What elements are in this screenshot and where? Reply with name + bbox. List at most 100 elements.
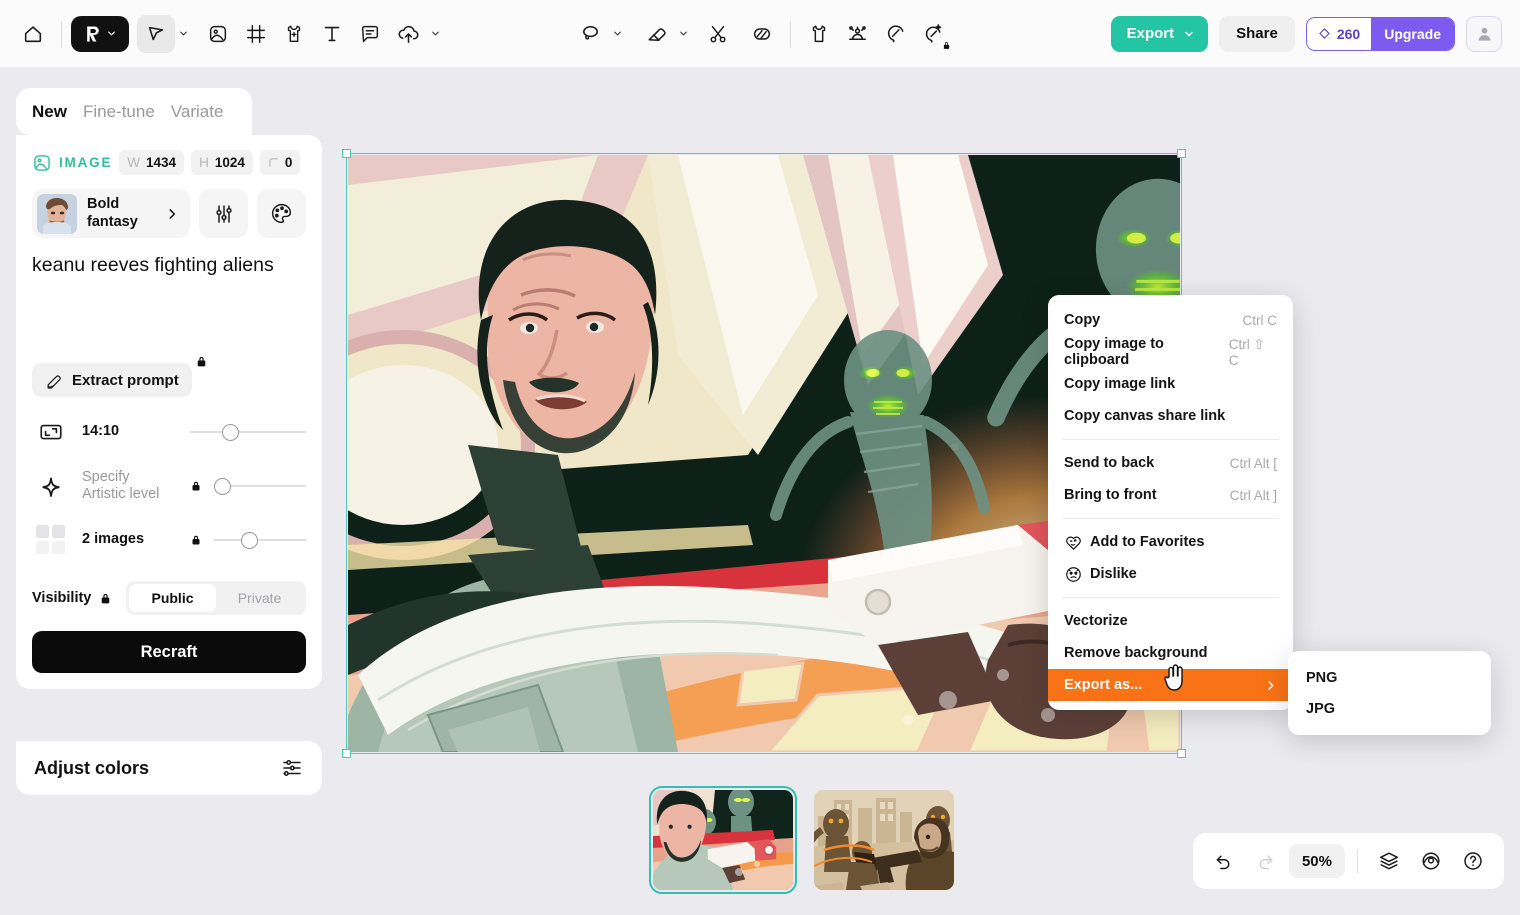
- lasso-tool-chevron-down-icon[interactable]: [609, 28, 625, 39]
- export-button[interactable]: Export: [1110, 15, 1209, 52]
- visibility-row: Visibility Public Private: [32, 581, 306, 615]
- visibility-label: Visibility: [32, 590, 92, 606]
- share-button[interactable]: Share: [1219, 15, 1295, 52]
- home-icon[interactable]: [14, 15, 52, 53]
- style-name-line1: Bold: [87, 196, 120, 213]
- mockup-tool[interactable]: [275, 15, 313, 53]
- artistic-level-slider[interactable]: [214, 476, 306, 496]
- extract-prompt-button[interactable]: Extract prompt: [32, 356, 205, 397]
- width-field[interactable]: W 1434: [119, 150, 185, 175]
- slider-thumb[interactable]: [214, 477, 231, 495]
- tab-fine-tune[interactable]: Fine-tune: [83, 102, 155, 122]
- preview-button[interactable]: [1412, 842, 1450, 880]
- context-menu-item-bring-to-front[interactable]: Bring to front Ctrl Alt ]: [1048, 479, 1293, 511]
- context-menu-item-dislike[interactable]: Dislike: [1048, 558, 1293, 590]
- thumbnail-1[interactable]: [649, 786, 797, 894]
- image-count-slider[interactable]: [214, 530, 306, 550]
- visibility-option-private[interactable]: Private: [216, 584, 303, 612]
- menu-label: Copy canvas share link: [1064, 408, 1226, 424]
- menu-label: Copy image to clipboard: [1064, 336, 1164, 368]
- submenu-item-png[interactable]: PNG: [1288, 662, 1491, 693]
- visibility-option-public[interactable]: Public: [129, 584, 216, 612]
- top-toolbar: Export Share 260 Upgrade: [0, 0, 1520, 68]
- lock-icon: [192, 535, 200, 545]
- chevron-right-icon: [1268, 680, 1274, 690]
- magic-tool[interactable]: [876, 15, 914, 53]
- credits-badge[interactable]: 260: [1306, 17, 1372, 50]
- redo-button[interactable]: [1247, 842, 1285, 880]
- sad-face-icon: [1064, 565, 1090, 584]
- recraft-logo-icon[interactable]: [71, 15, 129, 52]
- context-menu-item-send-to-back[interactable]: Send to back Ctrl Alt [: [1048, 447, 1293, 479]
- generation-panel: IMAGE W 1434 H 1024 0 Bold fantasy keanu…: [16, 135, 322, 689]
- aspect-ratio-slider[interactable]: [190, 422, 306, 442]
- style-selector[interactable]: Bold fantasy: [32, 189, 190, 238]
- apparel-tool[interactable]: [800, 15, 838, 53]
- context-menu-item-copy-image-link[interactable]: Copy image link: [1048, 368, 1293, 400]
- context-menu-item-export-as[interactable]: Export as...: [1048, 669, 1293, 701]
- frame-tool[interactable]: [237, 15, 275, 53]
- help-button[interactable]: [1454, 842, 1492, 880]
- lock-icon: [102, 593, 110, 603]
- tab-variate[interactable]: Variate: [171, 102, 224, 122]
- context-menu-item-copy-canvas-share-link[interactable]: Copy canvas share link: [1048, 400, 1293, 432]
- slider-thumb[interactable]: [222, 423, 240, 441]
- comment-tool[interactable]: [351, 15, 389, 53]
- cut-tool[interactable]: [699, 15, 737, 53]
- prompt-input[interactable]: keanu reeves fighting aliens: [32, 253, 306, 305]
- select-tool[interactable]: [137, 14, 175, 53]
- bottom-toolbar-divider: [1357, 849, 1358, 873]
- thumbnail-2[interactable]: [814, 790, 954, 890]
- style-name: Bold fantasy: [87, 196, 138, 230]
- color-sliders-icon[interactable]: [280, 756, 304, 780]
- top-right-actions: Export Share 260 Upgrade: [1110, 15, 1520, 52]
- credits-upgrade-group: 260 Upgrade: [1305, 16, 1455, 51]
- layers-button[interactable]: [1370, 842, 1408, 880]
- inpaint-tool[interactable]: [743, 15, 781, 53]
- style-settings-button[interactable]: [199, 189, 248, 238]
- image-tool[interactable]: [199, 15, 237, 53]
- eraser-tool[interactable]: [637, 15, 675, 53]
- select-tool-chevron-down-icon[interactable]: [175, 28, 191, 39]
- height-field[interactable]: H 1024: [191, 150, 253, 175]
- slider-thumb[interactable]: [240, 531, 258, 549]
- diamond-icon: [1319, 28, 1330, 39]
- context-menu-item-add-to-favorites[interactable]: Add to Favorites: [1048, 526, 1293, 558]
- menu-label: Dislike: [1090, 566, 1137, 582]
- corner-radius-field[interactable]: 0: [259, 150, 301, 175]
- width-value: 1434: [146, 155, 177, 170]
- image-count-label: 2 images: [82, 531, 145, 548]
- context-menu-item-remove-background[interactable]: Remove background: [1048, 637, 1293, 669]
- menu-label: Bring to front: [1064, 487, 1157, 503]
- enhance-tool[interactable]: [914, 15, 952, 53]
- control-aspect-ratio: 14:10: [32, 413, 306, 451]
- heart-wink-icon: [1064, 533, 1090, 552]
- lasso-tool[interactable]: [571, 15, 609, 53]
- text-tool[interactable]: [313, 15, 351, 53]
- adjust-colors-card[interactable]: Adjust colors: [16, 741, 322, 795]
- menu-shortcut: Ctrl ⇧ C: [1228, 336, 1265, 368]
- upload-tool-chevron-down-icon[interactable]: [427, 28, 443, 39]
- style-thumbnail: [37, 193, 77, 234]
- context-menu-item-vectorize[interactable]: Vectorize: [1048, 605, 1293, 637]
- layers-icon: [1380, 852, 1398, 870]
- undo-button[interactable]: [1205, 842, 1243, 880]
- submenu-item-jpg[interactable]: JPG: [1288, 693, 1491, 724]
- upload-tool[interactable]: [389, 15, 427, 53]
- zoom-level[interactable]: 50%: [1288, 844, 1345, 878]
- menu-label: Copy: [1064, 312, 1101, 328]
- palette-button[interactable]: [257, 189, 306, 238]
- artistic-level-label-line1: Specify: [82, 468, 130, 485]
- adjust-colors-label: Adjust colors: [34, 757, 150, 778]
- context-menu-item-copy[interactable]: Copy Ctrl C: [1048, 304, 1293, 336]
- width-key: W: [127, 155, 141, 170]
- upgrade-button[interactable]: Upgrade: [1371, 17, 1454, 50]
- eraser-tool-chevron-down-icon[interactable]: [675, 28, 691, 39]
- toolbar-divider-1: [61, 20, 62, 47]
- mockup-scene-tool[interactable]: [838, 15, 876, 53]
- tab-new[interactable]: New: [32, 102, 67, 122]
- context-menu-item-copy-image-to-clipboard[interactable]: Copy image to clipboard Ctrl ⇧ C: [1048, 336, 1293, 368]
- recraft-button[interactable]: Recraft: [32, 631, 306, 673]
- undo-icon: [1217, 855, 1230, 869]
- avatar[interactable]: [1466, 15, 1502, 52]
